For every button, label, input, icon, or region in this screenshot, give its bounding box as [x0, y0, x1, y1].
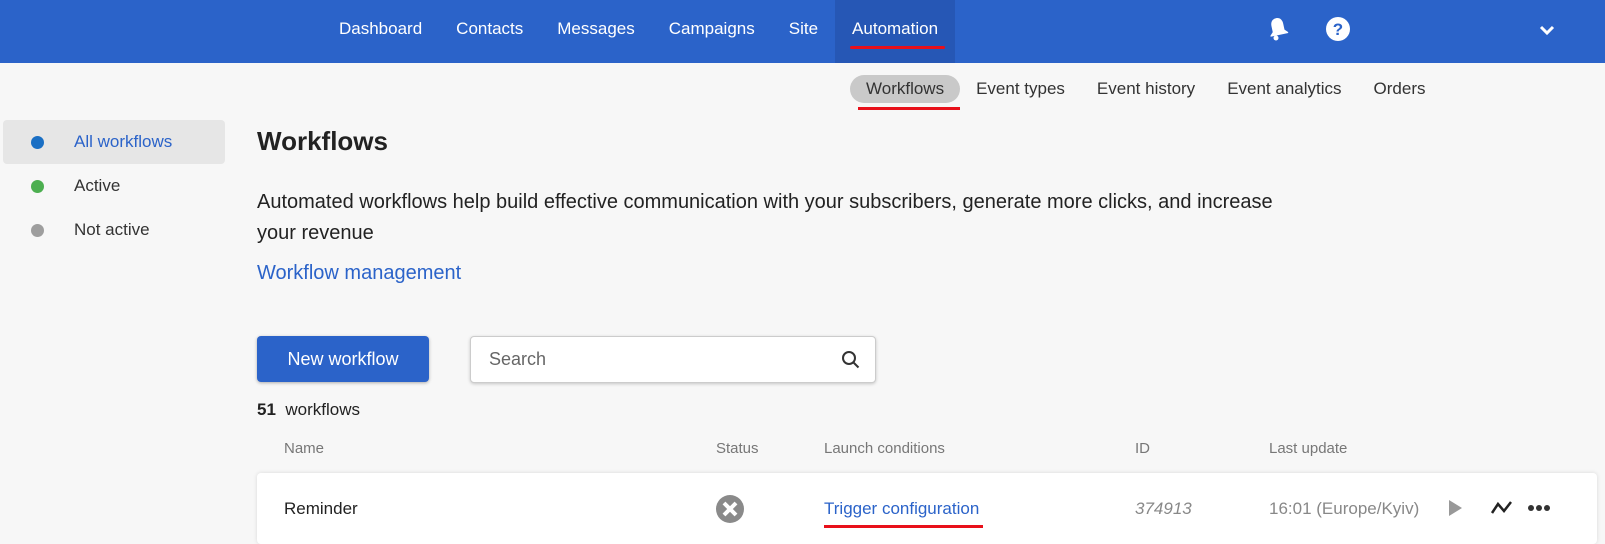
- sidebar-item-all-workflows[interactable]: All workflows: [3, 120, 225, 164]
- new-workflow-button[interactable]: New workflow: [257, 336, 429, 382]
- sub-nav: Workflows Event types Event history Even…: [850, 75, 1442, 110]
- bell-icon[interactable]: [1266, 16, 1290, 42]
- more-icon[interactable]: [1527, 504, 1551, 512]
- svg-text:?: ?: [1333, 20, 1343, 39]
- header-id: ID: [1135, 440, 1150, 457]
- chevron-down-icon[interactable]: [1539, 24, 1555, 36]
- last-update: 16:01 (Europe/Kyiv): [1269, 499, 1420, 518]
- dot-icon: [31, 135, 44, 149]
- nav-campaigns[interactable]: Campaigns: [652, 0, 772, 63]
- tab-workflows[interactable]: Workflows: [850, 75, 961, 110]
- workflow-id: 374913: [1135, 499, 1192, 518]
- nav-contacts[interactable]: Contacts: [439, 0, 540, 63]
- workflow-name[interactable]: Reminder: [284, 499, 358, 519]
- nav-automation[interactable]: Automation: [835, 0, 956, 63]
- sidebar-item-active[interactable]: Active: [3, 164, 225, 208]
- nav-messages[interactable]: Messages: [540, 0, 651, 63]
- top-nav-bar: Dashboard Contacts Messages Campaigns Si…: [0, 0, 1605, 63]
- search-input[interactable]: Search: [470, 336, 876, 383]
- header-status: Status: [716, 440, 759, 457]
- dot-icon: [31, 179, 44, 193]
- nav-site[interactable]: Site: [772, 0, 835, 63]
- help-icon[interactable]: ?: [1326, 17, 1350, 41]
- header-name: Name: [284, 440, 325, 457]
- not-active-icon: [716, 495, 744, 523]
- tab-event-history[interactable]: Event history: [1081, 75, 1211, 103]
- search-icon[interactable]: [841, 350, 861, 370]
- nav-dashboard[interactable]: Dashboard: [322, 0, 439, 63]
- table-row[interactable]: Reminder Trigger configuration 374913 16…: [257, 473, 1597, 544]
- trigger-configuration-link[interactable]: Trigger configuration: [824, 499, 984, 528]
- sidebar: All workflows Active Not active: [3, 120, 225, 252]
- play-icon[interactable]: [1448, 500, 1462, 516]
- workflow-management-link[interactable]: Workflow management: [257, 262, 461, 285]
- sidebar-item-not-active[interactable]: Not active: [3, 208, 225, 252]
- analytics-icon[interactable]: [1490, 500, 1514, 516]
- header-last-update: Last update: [1269, 440, 1348, 457]
- page-title: Workflows: [257, 126, 388, 156]
- tab-orders[interactable]: Orders: [1358, 75, 1442, 103]
- workflow-count: 51 workflows: [257, 400, 360, 419]
- tab-event-analytics[interactable]: Event analytics: [1211, 75, 1357, 103]
- header-launch-conditions: Launch conditions: [824, 440, 945, 457]
- page-description: Automated workflows help build effective…: [257, 191, 1273, 244]
- tab-event-types[interactable]: Event types: [960, 75, 1081, 103]
- dot-icon: [31, 223, 44, 237]
